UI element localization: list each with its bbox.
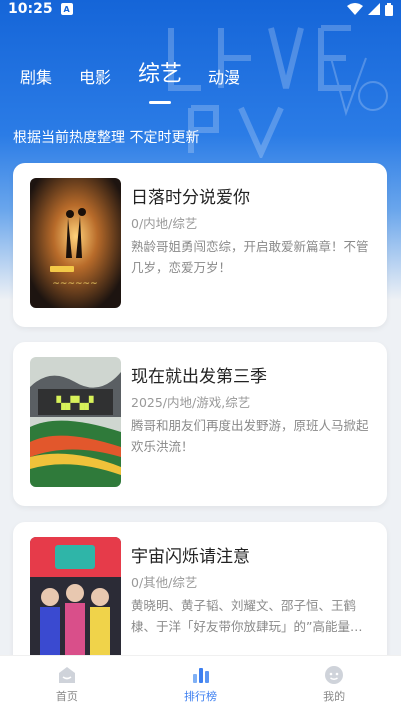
ranking-subtitle: 根据当前热度整理 不定时更新 xyxy=(13,130,200,146)
tab-movie[interactable]: 电影 xyxy=(79,66,111,90)
item-description: 腾哥和朋友们再度出发野游，原班人马掀起欢乐洪流！ xyxy=(131,418,369,454)
item-description: 黄晓明、黄子韬、刘耀文、邵子恒、王鹤棣、于洋「好友带你放肆玩」的”高能量… xyxy=(131,598,363,634)
nav-ranking[interactable]: 排行榜 xyxy=(134,656,268,712)
item-description: 熟龄哥姐勇闯恋综，开启敢爱新篇章！不管几岁，恋爱万岁！ xyxy=(131,239,369,275)
nav-profile[interactable]: 我的 xyxy=(267,656,401,712)
bottom-navigation: 首页 排行榜 我的 xyxy=(0,655,401,712)
item-meta: 2025/内地/游戏,综艺 xyxy=(131,395,251,410)
rank-icon xyxy=(192,667,209,683)
signal-icon xyxy=(368,3,380,15)
poster-image: ▚▞▚▞ xyxy=(30,357,121,487)
tab-variety[interactable]: 综艺 xyxy=(138,60,183,104)
list-item[interactable]: ~~~~~~ 日落时分说爱你 0/内地/综艺 熟龄哥姐勇闯恋综，开启敢爱新篇章！… xyxy=(13,163,387,327)
tab-variety-label: 综艺 xyxy=(138,62,183,87)
profile-icon xyxy=(325,665,344,684)
list-item[interactable]: 宇宙闪烁请注意 0/其他/综艺 黄晓明、黄子韬、刘耀文、邵子恒、王鹤棣、于洋「好… xyxy=(13,522,387,667)
nav-ranking-label: 排行榜 xyxy=(184,689,217,703)
item-title: 宇宙闪烁请注意 xyxy=(131,547,250,567)
tab-drama[interactable]: 剧集 xyxy=(20,66,52,90)
item-meta: 0/内地/综艺 xyxy=(131,216,198,231)
item-title: 现在就出发第三季 xyxy=(131,367,267,387)
svg-text:~~~~~~: ~~~~~~ xyxy=(52,279,97,289)
item-title: 日落时分说爱你 xyxy=(131,188,250,208)
nav-home[interactable]: 首页 xyxy=(0,656,134,712)
svg-text:▚▞▚▞: ▚▞▚▞ xyxy=(56,395,95,410)
nav-profile-label: 我的 xyxy=(323,689,346,703)
battery-icon xyxy=(385,2,393,16)
app-notification-icon: A xyxy=(60,3,73,15)
status-icons xyxy=(347,2,393,16)
wifi-icon xyxy=(347,3,363,15)
home-icon xyxy=(58,666,75,683)
category-tabs: 剧集 电影 综艺 动漫 xyxy=(20,60,267,104)
nav-home-label: 首页 xyxy=(55,689,78,703)
tab-anime[interactable]: 动漫 xyxy=(208,66,240,90)
active-tab-indicator xyxy=(149,101,172,104)
item-meta: 0/其他/综艺 xyxy=(131,575,198,590)
poster-image: ~~~~~~ xyxy=(30,178,121,308)
poster-image xyxy=(30,537,121,667)
status-time: 10:25 xyxy=(8,1,53,17)
list-item[interactable]: ▚▞▚▞ 现在就出发第三季 2025/内地/游戏,综艺 腾哥和朋友们再度出发野游… xyxy=(13,342,387,506)
status-bar: 10:25 A xyxy=(0,0,401,18)
